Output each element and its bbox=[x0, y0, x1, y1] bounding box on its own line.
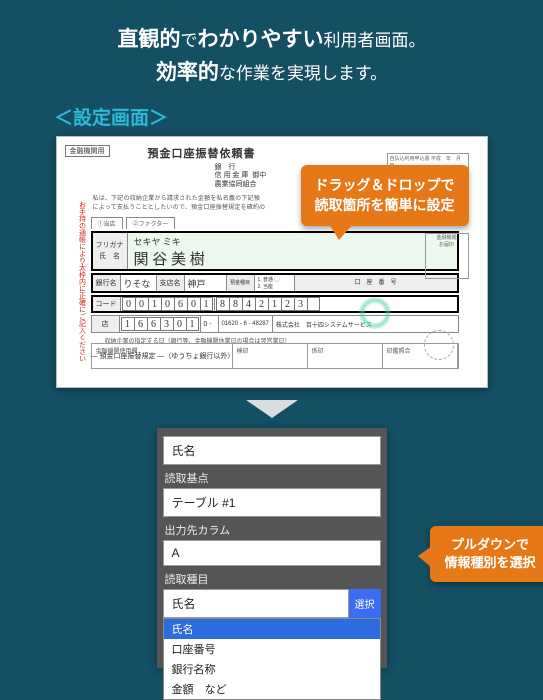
dropdown-option[interactable]: 金額 など bbox=[164, 679, 380, 699]
callout-pulldown: プルダウンで 情報種別を選択 bbox=[430, 526, 543, 582]
doc-tab-1: ①当店 bbox=[91, 217, 123, 229]
stamp-box: 金融機関 お届印 bbox=[425, 233, 469, 279]
settings-screenshot-drag: 金融機関用 預金口座振替依頼書 自払込利用申込書 平成 年 月 日 銀 行 信 … bbox=[56, 136, 488, 388]
highlight-ring bbox=[359, 297, 391, 329]
doc-tab-2: ②ファクター bbox=[126, 217, 176, 229]
headline: 直観的でわかりやすい利用者画面。 効率的な作業を実現します。 bbox=[0, 0, 543, 97]
acct-type[interactable]: 1. 普通 ◯ 2. 当座 bbox=[255, 275, 295, 291]
arrow-down-icon bbox=[246, 400, 298, 418]
name-field[interactable]: 氏名 bbox=[163, 436, 381, 465]
section-title: ＜設定画面＞ bbox=[54, 103, 543, 130]
kind-select[interactable]: 氏名 bbox=[163, 589, 349, 618]
settings-screenshot-pulldown: 氏名 読取基点 テーブル #1 出力先カラム A 読取種目 氏名 選択 氏名 口… bbox=[157, 428, 387, 668]
dropdown-option[interactable]: 氏名 bbox=[164, 619, 380, 639]
bank-value[interactable]: りそな bbox=[121, 275, 157, 291]
doc-corner-label: 金融機関用 bbox=[65, 145, 110, 157]
doc-bottom-band: 金融機関使用欄検印係印印鑑照合 bbox=[91, 343, 459, 369]
dropdown-option[interactable]: 銀行名称 bbox=[164, 659, 380, 679]
doc-red-vertical: お手持の通帳により太枠内に正確にご記入ください bbox=[76, 201, 87, 381]
callout-drag-drop: ドラッグ＆ドロップで 読取箇所を簡単に設定 bbox=[301, 165, 469, 226]
doc-title: 預金口座振替依頼書 bbox=[148, 145, 256, 161]
acct-digits[interactable]: 8842123 bbox=[216, 297, 320, 311]
select-button[interactable]: 選択 bbox=[349, 589, 381, 618]
code-digits[interactable]: 0010601 bbox=[122, 297, 213, 311]
furigana-value[interactable]: セキヤ ミキ bbox=[134, 235, 181, 248]
branch-value[interactable]: 神戸 bbox=[185, 275, 227, 291]
kind-dropdown[interactable]: 氏名 口座番号 銀行名称 金額 など bbox=[163, 618, 381, 700]
output-column-field[interactable]: A bbox=[163, 540, 381, 566]
dropdown-option[interactable]: 口座番号 bbox=[164, 639, 380, 659]
basis-field[interactable]: テーブル #1 bbox=[163, 488, 381, 517]
name-value[interactable]: 関 谷 美 樹 bbox=[134, 248, 205, 269]
headline-strong: 直観的 bbox=[118, 28, 181, 51]
